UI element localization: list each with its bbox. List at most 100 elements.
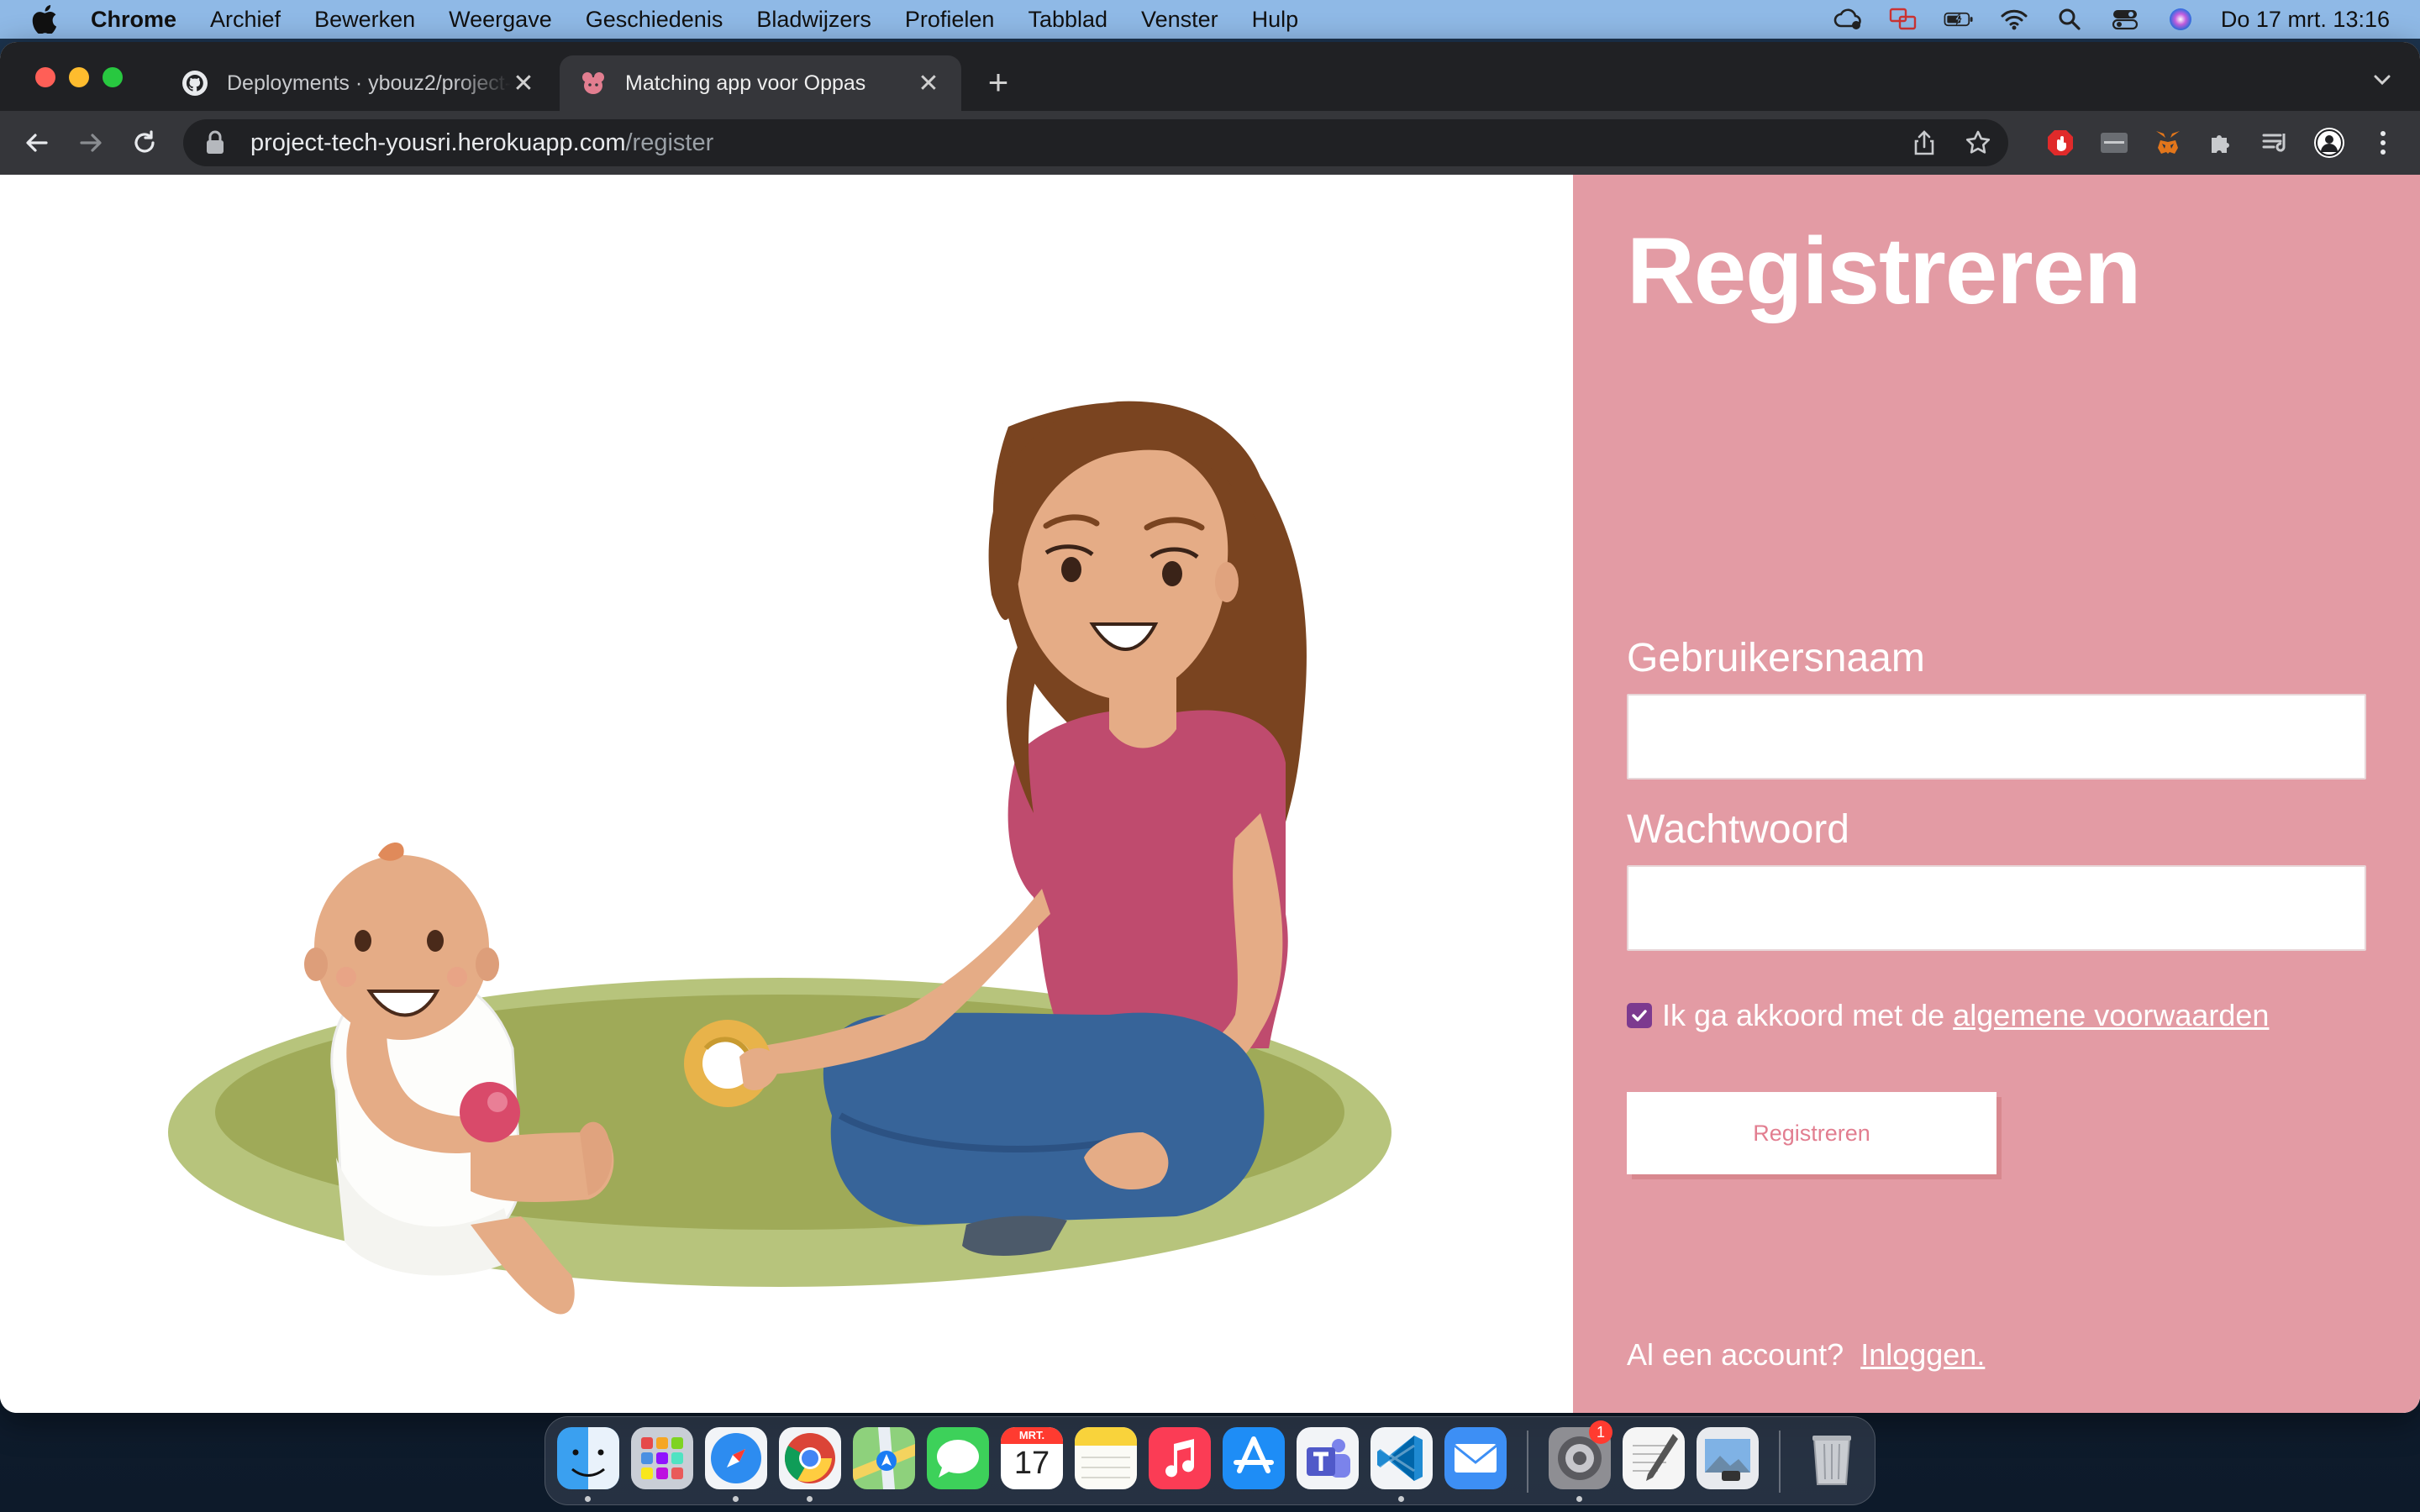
control-center-icon[interactable] [2110, 7, 2140, 32]
calendar-month: MRT. [1018, 1429, 1045, 1441]
settings-badge: 1 [1589, 1420, 1612, 1444]
tab-search-chevron-icon[interactable] [2370, 67, 2395, 92]
menu-bar: Chrome Archief Bewerken Weergave Geschie… [0, 0, 2420, 39]
apple-menu-icon[interactable] [32, 5, 57, 34]
app-favicon-icon [582, 72, 604, 94]
menu-weergave[interactable]: Weergave [449, 7, 552, 33]
menu-geschiedenis[interactable]: Geschiedenis [586, 7, 723, 33]
battery-icon[interactable] [1944, 7, 1974, 32]
app-store-icon[interactable] [1223, 1427, 1285, 1489]
username-label: Gebruikersnaam [1627, 636, 1925, 680]
babysitter-with-baby-image [168, 401, 1392, 1315]
close-tab-icon[interactable]: ✕ [511, 70, 536, 97]
menu-app-name[interactable]: Chrome [91, 7, 176, 33]
login-prompt-text: Al een account? [1627, 1337, 1844, 1372]
dock-separator [1779, 1431, 1781, 1493]
password-input[interactable] [1627, 865, 2366, 951]
back-button[interactable] [20, 126, 54, 160]
menu-venster[interactable]: Venster [1141, 7, 1218, 33]
babysitter-illustration [0, 175, 1573, 1413]
tab-title: Matching app voor Oppas [625, 71, 866, 95]
password-label: Wachtwoord [1627, 807, 1849, 852]
lock-icon[interactable] [205, 130, 225, 155]
running-indicator [585, 1496, 591, 1502]
username-input[interactable] [1627, 694, 2366, 780]
calendar-icon[interactable]: MRT. 17 [1001, 1427, 1063, 1489]
login-link[interactable]: Inloggen. [1860, 1337, 1985, 1372]
register-panel: Registreren Gebruikersnaam Wachtwoord Ik… [1573, 175, 2420, 1413]
creative-cloud-icon[interactable] [1833, 7, 1863, 32]
arrow-left-icon [26, 134, 48, 152]
spotlight-icon[interactable] [2054, 7, 2085, 32]
menu-bewerken[interactable]: Bewerken [314, 7, 415, 33]
vscode-icon[interactable] [1370, 1427, 1433, 1489]
close-window-button[interactable] [35, 67, 55, 87]
menu-profielen[interactable]: Profielen [905, 7, 995, 33]
reload-button[interactable] [128, 126, 161, 160]
calendar-day: 17 [1013, 1446, 1050, 1481]
textedit-icon[interactable] [1623, 1427, 1685, 1489]
messages-icon[interactable] [927, 1427, 989, 1489]
minimize-window-button[interactable] [69, 67, 89, 87]
extension-strip-icon[interactable] [2097, 126, 2131, 160]
login-prompt: Al een account? Inloggen. [1627, 1337, 1985, 1373]
tab-title: Deployments · ybouz2/project-tech [227, 71, 511, 95]
siri-icon[interactable] [2165, 7, 2196, 32]
screen-share-icon[interactable] [1888, 7, 1918, 32]
finder-icon[interactable] [557, 1427, 619, 1489]
web-page: Registreren Gebruikersnaam Wachtwoord Ik… [0, 175, 2420, 1413]
running-indicator [1576, 1496, 1582, 1502]
preview-icon[interactable] [1697, 1427, 1759, 1489]
safari-icon[interactable] [705, 1427, 767, 1489]
adblock-extension-icon[interactable] [2044, 126, 2077, 160]
tab-deployments[interactable]: Deployments · ybouz2/project-tech ✕ [161, 55, 556, 111]
browser-window: Deployments · ybouz2/project-tech ✕ Matc… [0, 42, 2420, 1413]
url-host: project-tech-yousri.herokuapp.com [250, 129, 626, 156]
menu-archief[interactable]: Archief [210, 7, 281, 33]
reload-icon [134, 130, 155, 153]
chrome-icon[interactable] [779, 1427, 841, 1489]
bookmark-star-icon[interactable] [1963, 128, 1993, 158]
running-indicator [733, 1496, 739, 1502]
forward-button[interactable] [74, 126, 108, 160]
close-tab-icon[interactable]: ✕ [916, 70, 941, 97]
puzzle-extensions-icon[interactable] [2205, 126, 2238, 160]
menu-bladwijzers[interactable]: Bladwijzers [756, 7, 871, 33]
menu-hulp[interactable]: Hulp [1252, 7, 1299, 33]
reading-list-icon[interactable] [2259, 126, 2292, 160]
running-indicator [807, 1496, 813, 1502]
arrow-right-icon [80, 134, 102, 152]
address-bar[interactable]: project-tech-yousri.herokuapp.com/regist… [183, 119, 2008, 166]
dock-separator [1527, 1431, 1528, 1493]
terms-checkbox[interactable] [1627, 1003, 1652, 1028]
trash-icon[interactable] [1801, 1427, 1863, 1489]
menu-tabblad[interactable]: Tabblad [1028, 7, 1107, 33]
url-path: /register [625, 129, 714, 156]
tab-strip: Deployments · ybouz2/project-tech ✕ Matc… [0, 42, 2420, 111]
wifi-icon[interactable] [1999, 7, 2029, 32]
menubar-clock[interactable]: Do 17 mrt. 13:16 [2221, 7, 2390, 33]
terms-link[interactable]: algemene voorwaarden [1953, 998, 2269, 1033]
dock: MRT. 17 1 [544, 1416, 1876, 1505]
new-tab-button[interactable]: + [981, 65, 1015, 100]
teams-icon[interactable] [1297, 1427, 1359, 1489]
page-title: Registreren [1627, 218, 2141, 323]
running-indicator [1398, 1496, 1404, 1502]
chrome-menu-icon[interactable] [2366, 126, 2400, 160]
mail-icon[interactable] [1444, 1427, 1507, 1489]
fullscreen-window-button[interactable] [103, 67, 123, 87]
music-icon[interactable] [1149, 1427, 1211, 1489]
metamask-fox-icon[interactable] [2151, 126, 2185, 160]
launchpad-icon[interactable] [631, 1427, 693, 1489]
status-area: Do 17 mrt. 13:16 [1807, 0, 2390, 39]
register-button[interactable]: Registreren [1627, 1092, 1996, 1174]
maps-icon[interactable] [853, 1427, 915, 1489]
terms-agreement: Ik ga akkoord met de algemene voorwaarde… [1627, 998, 2269, 1033]
checkmark-icon [1632, 1010, 1647, 1021]
terms-text: Ik ga akkoord met de [1662, 998, 1945, 1032]
tab-matching-app[interactable]: Matching app voor Oppas ✕ [560, 55, 961, 111]
browser-toolbar: project-tech-yousri.herokuapp.com/regist… [0, 111, 2420, 175]
profile-avatar-icon[interactable] [2312, 126, 2346, 160]
notes-icon[interactable] [1075, 1427, 1137, 1489]
share-icon[interactable] [1909, 128, 1939, 158]
